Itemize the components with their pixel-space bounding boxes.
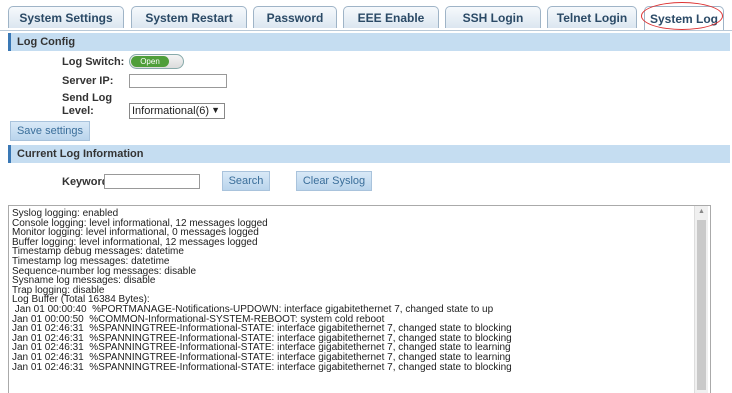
- keyword-input[interactable]: [104, 174, 200, 189]
- tab-system-restart[interactable]: System Restart: [131, 6, 247, 28]
- send-log-label-line2: Level:: [62, 105, 94, 117]
- log-switch-on-indicator: Open: [131, 56, 169, 67]
- keyword-label: Keyword: [62, 176, 109, 188]
- log-config-title: Log Config: [17, 36, 76, 48]
- log-line: Sysname log messages: disable: [12, 275, 156, 287]
- tab-password[interactable]: Password: [253, 6, 337, 28]
- tab-system-settings[interactable]: System Settings: [8, 6, 124, 28]
- send-log-level-value: Informational(6): [132, 105, 210, 117]
- syslog-output[interactable]: Syslog logging: enabled Console logging:…: [8, 205, 711, 393]
- scroll-up-icon[interactable]: ▲: [695, 208, 708, 218]
- current-log-header: Current Log Information: [8, 145, 730, 163]
- server-ip-label: Server IP:: [62, 75, 114, 87]
- clear-syslog-button[interactable]: Clear Syslog: [296, 171, 372, 191]
- tab-bar: System Settings System Restart Password …: [0, 0, 732, 31]
- dropdown-arrow-icon: ▼: [211, 105, 220, 115]
- log-switch-label: Log Switch:: [62, 56, 125, 68]
- log-scrollbar[interactable]: ▲: [694, 206, 708, 393]
- log-switch-toggle[interactable]: Open: [129, 54, 184, 69]
- search-button[interactable]: Search: [222, 171, 270, 191]
- log-line: Jan 01 02:46:31 %SPANNINGTREE-Informatio…: [12, 361, 512, 373]
- save-settings-button[interactable]: Save settings: [10, 121, 90, 141]
- tab-system-log[interactable]: System Log: [644, 6, 724, 30]
- tab-eee-enable[interactable]: EEE Enable: [343, 6, 439, 28]
- log-config-header: Log Config: [8, 33, 730, 51]
- server-ip-input[interactable]: [129, 74, 227, 88]
- send-log-label-line1: Send Log: [62, 92, 113, 104]
- tab-telnet-login[interactable]: Telnet Login: [547, 6, 637, 28]
- tab-ssh-login[interactable]: SSH Login: [445, 6, 541, 28]
- current-log-title: Current Log Information: [17, 148, 144, 160]
- scroll-thumb[interactable]: [697, 220, 706, 390]
- log-lines-container: Syslog logging: enabled Console logging:…: [9, 206, 710, 372]
- send-log-level-select[interactable]: Informational(6) ▼: [129, 103, 225, 119]
